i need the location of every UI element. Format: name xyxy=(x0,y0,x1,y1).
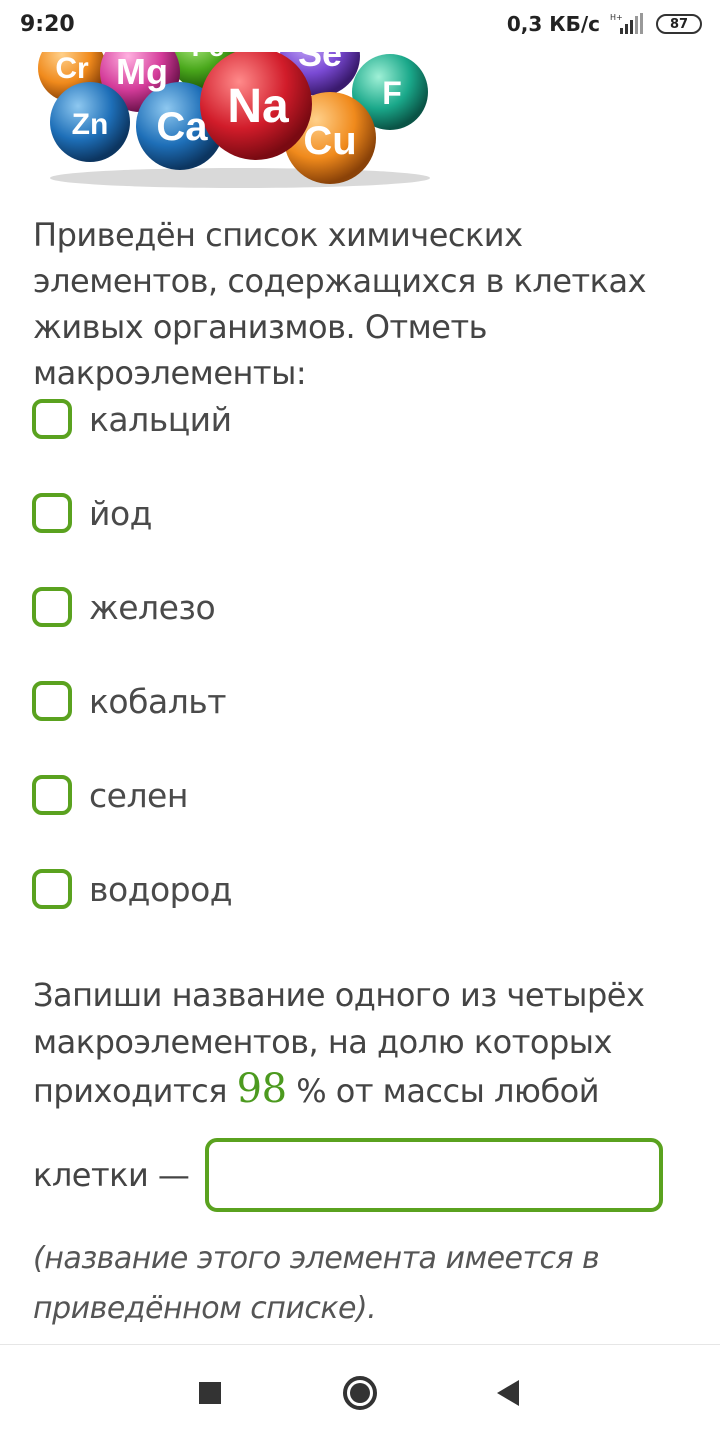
answer-label: клетки — xyxy=(33,1156,190,1194)
home-icon xyxy=(343,1376,377,1410)
fill-in-question: Запиши название одного из четырёх макроэ… xyxy=(33,972,703,1115)
option-iron[interactable]: железо xyxy=(32,560,672,654)
option-label: кобальт xyxy=(89,681,226,721)
option-selenium[interactable]: селен xyxy=(32,748,672,842)
svg-text:H+: H+ xyxy=(610,13,623,22)
option-hydrogen[interactable]: водород xyxy=(32,842,672,936)
status-right: 0,3 КБ/с H+ 87 xyxy=(507,12,702,36)
checkbox[interactable] xyxy=(32,775,72,815)
option-label: железо xyxy=(89,587,216,627)
element-label: Cu xyxy=(303,119,356,163)
battery-indicator: 87 xyxy=(656,14,702,34)
hint-text: (название этого элемента имеется в приве… xyxy=(33,1241,600,1326)
element-label: Mg xyxy=(116,51,168,92)
element-label: Cr xyxy=(55,52,89,85)
element-label: Ca xyxy=(156,105,208,149)
option-iodine[interactable]: йод xyxy=(32,466,672,560)
checkbox[interactable] xyxy=(32,681,72,721)
percent-number: 98 xyxy=(236,1066,287,1112)
signal-icon: H+ xyxy=(610,12,646,36)
option-label: селен xyxy=(89,775,188,815)
option-label: водород xyxy=(89,869,233,909)
home-button[interactable] xyxy=(336,1369,384,1417)
chemical-elements-illustration: Cr Mg Fe Se Zn Ca Na Cu F xyxy=(30,16,450,190)
checkbox[interactable] xyxy=(32,493,72,533)
option-calcium[interactable]: кальций xyxy=(32,372,672,466)
status-bar: 9:20 0,3 КБ/с H+ 87 xyxy=(0,0,720,52)
square-icon xyxy=(199,1382,221,1404)
element-label: Na xyxy=(227,80,289,133)
element-label: F xyxy=(382,75,402,111)
recent-apps-button[interactable] xyxy=(186,1369,234,1417)
checkbox[interactable] xyxy=(32,869,72,909)
back-triangle-icon xyxy=(497,1380,519,1406)
back-button[interactable] xyxy=(484,1369,532,1417)
answer-row: клетки — xyxy=(33,1138,664,1212)
option-label: кальций xyxy=(89,399,232,439)
answer-input[interactable] xyxy=(205,1138,664,1212)
options-list: кальций йод железо кобальт селен водород xyxy=(32,372,672,936)
status-time: 9:20 xyxy=(20,12,75,37)
fill-text-after: % от массы любой xyxy=(286,1072,600,1110)
net-speed: 0,3 КБ/с xyxy=(506,12,600,36)
checkbox[interactable] xyxy=(32,399,72,439)
navigation-bar xyxy=(0,1344,720,1440)
checkbox[interactable] xyxy=(32,587,72,627)
question-text: Приведён список химических элементов, со… xyxy=(33,216,647,392)
element-label: Zn xyxy=(72,108,109,141)
option-cobalt[interactable]: кобальт xyxy=(32,654,672,748)
option-label: йод xyxy=(89,493,152,533)
